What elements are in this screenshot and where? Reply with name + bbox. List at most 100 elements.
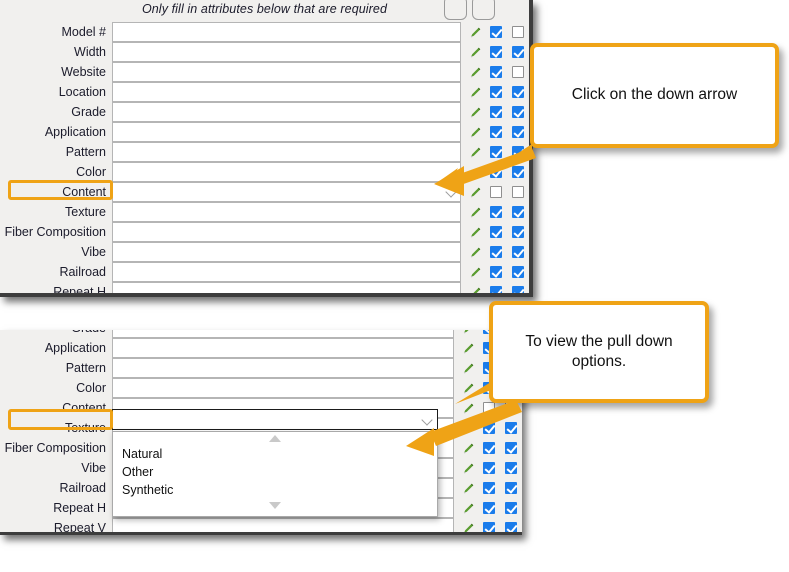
checkbox-checked[interactable] — [490, 226, 502, 238]
checkbox-checked[interactable] — [505, 522, 517, 532]
checkbox-col-1[interactable] — [478, 482, 500, 494]
pencil-icon[interactable] — [465, 86, 485, 99]
checkbox-checked[interactable] — [490, 206, 502, 218]
attribute-input[interactable] — [112, 82, 461, 102]
checkbox-col-1[interactable] — [478, 462, 500, 474]
scroll-down-arrow[interactable] — [113, 499, 437, 512]
checkbox-col-1[interactable] — [485, 46, 507, 58]
checkbox-col-2[interactable] — [507, 66, 529, 78]
attribute-input[interactable] — [112, 262, 461, 282]
checkbox-col-2[interactable] — [507, 266, 529, 278]
content-combobox[interactable] — [112, 182, 461, 202]
checkbox-col-2[interactable] — [507, 206, 529, 218]
pencil-icon[interactable] — [465, 266, 485, 279]
column-toggle-1-button[interactable] — [444, 0, 467, 20]
checkbox-checked[interactable] — [490, 286, 502, 293]
checkbox-col-1[interactable] — [478, 522, 500, 532]
attribute-input[interactable] — [112, 222, 461, 242]
checkbox-col-1[interactable] — [478, 502, 500, 514]
checkbox-unchecked[interactable] — [512, 66, 524, 78]
attribute-input[interactable] — [112, 338, 454, 358]
checkbox-col-2[interactable] — [500, 502, 522, 514]
checkbox-checked[interactable] — [512, 86, 524, 98]
dropdown-option-synthetic[interactable]: Synthetic — [113, 481, 437, 499]
attribute-input[interactable] — [112, 102, 461, 122]
attribute-input[interactable] — [112, 22, 461, 42]
checkbox-checked[interactable] — [483, 462, 495, 474]
attribute-input[interactable] — [112, 62, 461, 82]
checkbox-col-1[interactable] — [485, 26, 507, 38]
checkbox-col-2[interactable] — [507, 86, 529, 98]
content-combobox-open[interactable] — [112, 409, 438, 430]
content-dropdown-list[interactable]: Natural Other Synthetic — [112, 431, 438, 517]
checkbox-checked[interactable] — [505, 462, 517, 474]
checkbox-col-2[interactable] — [507, 26, 529, 38]
checkbox-col-2[interactable] — [507, 286, 529, 293]
pencil-icon[interactable] — [465, 66, 485, 79]
checkbox-checked[interactable] — [512, 286, 524, 293]
pencil-icon[interactable] — [465, 106, 485, 119]
checkbox-checked[interactable] — [490, 26, 502, 38]
checkbox-unchecked[interactable] — [512, 26, 524, 38]
checkbox-checked[interactable] — [512, 46, 524, 58]
checkbox-col-2[interactable] — [500, 522, 522, 532]
attribute-input[interactable] — [112, 122, 461, 142]
checkbox-checked[interactable] — [490, 46, 502, 58]
pencil-icon[interactable] — [465, 46, 485, 59]
attribute-input[interactable] — [112, 162, 461, 182]
pencil-icon[interactable] — [458, 502, 478, 515]
checkbox-col-1[interactable] — [485, 86, 507, 98]
checkbox-col-1[interactable] — [485, 246, 507, 258]
checkbox-col-1[interactable] — [485, 286, 507, 293]
checkbox-checked[interactable] — [483, 482, 495, 494]
dropdown-option-other[interactable]: Other — [113, 463, 437, 481]
attribute-input[interactable] — [112, 378, 454, 398]
attribute-input[interactable] — [112, 242, 461, 262]
dropdown-option-natural[interactable]: Natural — [113, 445, 437, 463]
scroll-up-arrow[interactable] — [113, 432, 437, 445]
checkbox-checked[interactable] — [512, 206, 524, 218]
checkbox-checked[interactable] — [512, 246, 524, 258]
checkbox-col-2[interactable] — [507, 46, 529, 58]
checkbox-col-2[interactable] — [507, 106, 529, 118]
attribute-input[interactable] — [112, 358, 454, 378]
checkbox-checked[interactable] — [512, 226, 524, 238]
pencil-icon[interactable] — [465, 126, 485, 139]
pencil-icon[interactable] — [458, 482, 478, 495]
checkbox-checked[interactable] — [490, 66, 502, 78]
checkbox-checked[interactable] — [483, 522, 495, 532]
checkbox-checked[interactable] — [490, 266, 502, 278]
checkbox-col-1[interactable] — [485, 66, 507, 78]
attribute-input[interactable] — [112, 518, 454, 532]
attribute-input[interactable] — [112, 282, 461, 293]
pencil-icon[interactable] — [458, 330, 478, 335]
checkbox-col-1[interactable] — [485, 106, 507, 118]
checkbox-col-2[interactable] — [500, 482, 522, 494]
checkbox-checked[interactable] — [490, 106, 502, 118]
checkbox-col-2[interactable] — [507, 226, 529, 238]
attribute-input[interactable] — [112, 42, 461, 62]
pencil-icon[interactable] — [465, 246, 485, 259]
checkbox-col-2[interactable] — [507, 246, 529, 258]
checkbox-col-1[interactable] — [485, 266, 507, 278]
checkbox-checked[interactable] — [483, 502, 495, 514]
checkbox-checked[interactable] — [490, 246, 502, 258]
pencil-icon[interactable] — [465, 26, 485, 39]
checkbox-checked[interactable] — [505, 502, 517, 514]
column-toggle-2-button[interactable] — [472, 0, 495, 20]
checkbox-checked[interactable] — [512, 266, 524, 278]
pencil-icon[interactable] — [458, 462, 478, 475]
checkbox-col-1[interactable] — [485, 206, 507, 218]
pencil-icon[interactable] — [465, 226, 485, 239]
attribute-input[interactable] — [112, 142, 461, 162]
attribute-input[interactable] — [112, 330, 454, 338]
pencil-icon[interactable] — [465, 206, 485, 219]
checkbox-checked[interactable] — [512, 106, 524, 118]
checkbox-col-1[interactable] — [485, 226, 507, 238]
checkbox-col-2[interactable] — [500, 462, 522, 474]
checkbox-checked[interactable] — [490, 86, 502, 98]
attribute-input[interactable] — [112, 202, 461, 222]
pencil-icon[interactable] — [458, 522, 478, 532]
checkbox-checked[interactable] — [505, 482, 517, 494]
pencil-icon[interactable] — [458, 342, 478, 355]
